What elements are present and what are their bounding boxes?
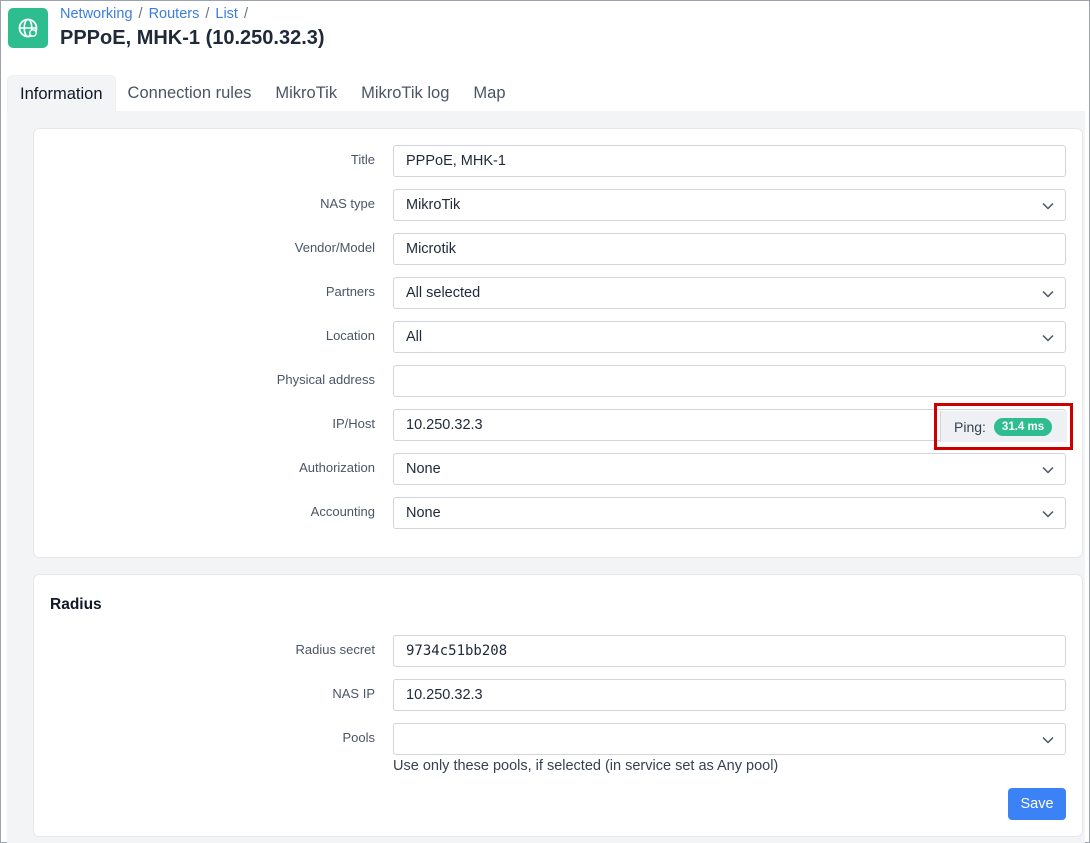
- chevron-down-icon: [1042, 334, 1054, 342]
- accounting-select[interactable]: None: [393, 497, 1066, 529]
- tab-mikrotik[interactable]: MikroTik: [263, 75, 349, 112]
- chevron-down-icon: [1042, 736, 1054, 744]
- breadcrumb-separator: /: [243, 6, 248, 22]
- window-frame: Networking / Routers / List / PPPoE, MHK…: [0, 0, 1090, 843]
- partners-select[interactable]: All selected: [393, 277, 1066, 309]
- nas-type-select[interactable]: MikroTik: [393, 189, 1066, 221]
- chevron-down-icon: [1042, 510, 1054, 518]
- partners-value: All selected: [406, 285, 481, 301]
- pools-help-text: Use only these pools, if selected (in se…: [393, 758, 779, 774]
- breadcrumb-routers-link[interactable]: Routers: [149, 6, 200, 22]
- ip-host-label: IP/Host: [332, 416, 375, 431]
- title-value: PPPoE, MHK-1: [406, 153, 506, 169]
- vendor-model-label: Vendor/Model: [294, 240, 375, 255]
- breadcrumb-list-link[interactable]: List: [215, 6, 238, 22]
- tab-bar: Information Connection rules MikroTik Mi…: [7, 75, 518, 112]
- accounting-label: Accounting: [310, 504, 375, 519]
- radius-section-title: Radius: [50, 596, 102, 613]
- pools-label: Pools: [342, 730, 375, 745]
- tab-mikrotik-log[interactable]: MikroTik log: [349, 75, 461, 112]
- breadcrumb-networking-link[interactable]: Networking: [60, 6, 133, 22]
- nas-type-label: NAS type: [320, 196, 375, 211]
- ip-host-value: 10.250.32.3: [406, 417, 483, 433]
- ping-button[interactable]: Ping: 31.4 ms: [940, 411, 1067, 442]
- nas-ip-label: NAS IP: [332, 686, 375, 701]
- tab-map[interactable]: Map: [461, 75, 517, 112]
- breadcrumb: Networking / Routers / List /: [60, 6, 254, 22]
- nas-ip-value: 10.250.32.3: [406, 687, 483, 703]
- tab-information[interactable]: Information: [7, 75, 116, 112]
- radius-secret-label: Radius secret: [295, 642, 375, 657]
- nas-type-value: MikroTik: [406, 197, 461, 213]
- vendor-model-value: Microtik: [406, 241, 456, 257]
- save-button[interactable]: Save: [1008, 788, 1066, 820]
- ping-badge: 31.4 ms: [993, 417, 1053, 436]
- pools-select[interactable]: [393, 723, 1066, 755]
- partners-label: Partners: [325, 284, 375, 299]
- accounting-value: None: [406, 505, 441, 521]
- radius-secret-input[interactable]: 9734c51bb208: [393, 635, 1066, 667]
- vendor-model-input[interactable]: Microtik: [393, 233, 1066, 265]
- authorization-label: Authorization: [299, 460, 375, 475]
- location-select[interactable]: All: [393, 321, 1066, 353]
- breadcrumb-separator: /: [138, 6, 143, 22]
- tab-connection-rules[interactable]: Connection rules: [116, 75, 264, 112]
- nas-ip-input[interactable]: 10.250.32.3: [393, 679, 1066, 711]
- ping-label: Ping:: [954, 418, 986, 435]
- location-value: All: [406, 329, 423, 345]
- breadcrumb-separator: /: [205, 6, 210, 22]
- title-input[interactable]: PPPoE, MHK-1: [393, 145, 1066, 177]
- chevron-down-icon: [1042, 290, 1054, 298]
- globe-icon: [8, 8, 48, 48]
- location-label: Location: [325, 328, 375, 343]
- physical-address-label: Physical address: [276, 372, 375, 387]
- chevron-down-icon: [1042, 202, 1054, 210]
- radius-secret-value: 9734c51bb208: [406, 643, 508, 659]
- page-title: PPPoE, MHK-1 (10.250.32.3): [60, 27, 325, 49]
- chevron-down-icon: [1042, 466, 1054, 474]
- title-label: Title: [350, 152, 375, 167]
- ping-highlight-box: Ping: 31.4 ms: [934, 403, 1073, 450]
- authorization-value: None: [406, 461, 441, 477]
- authorization-select[interactable]: None: [393, 453, 1066, 485]
- physical-address-input[interactable]: [393, 365, 1066, 397]
